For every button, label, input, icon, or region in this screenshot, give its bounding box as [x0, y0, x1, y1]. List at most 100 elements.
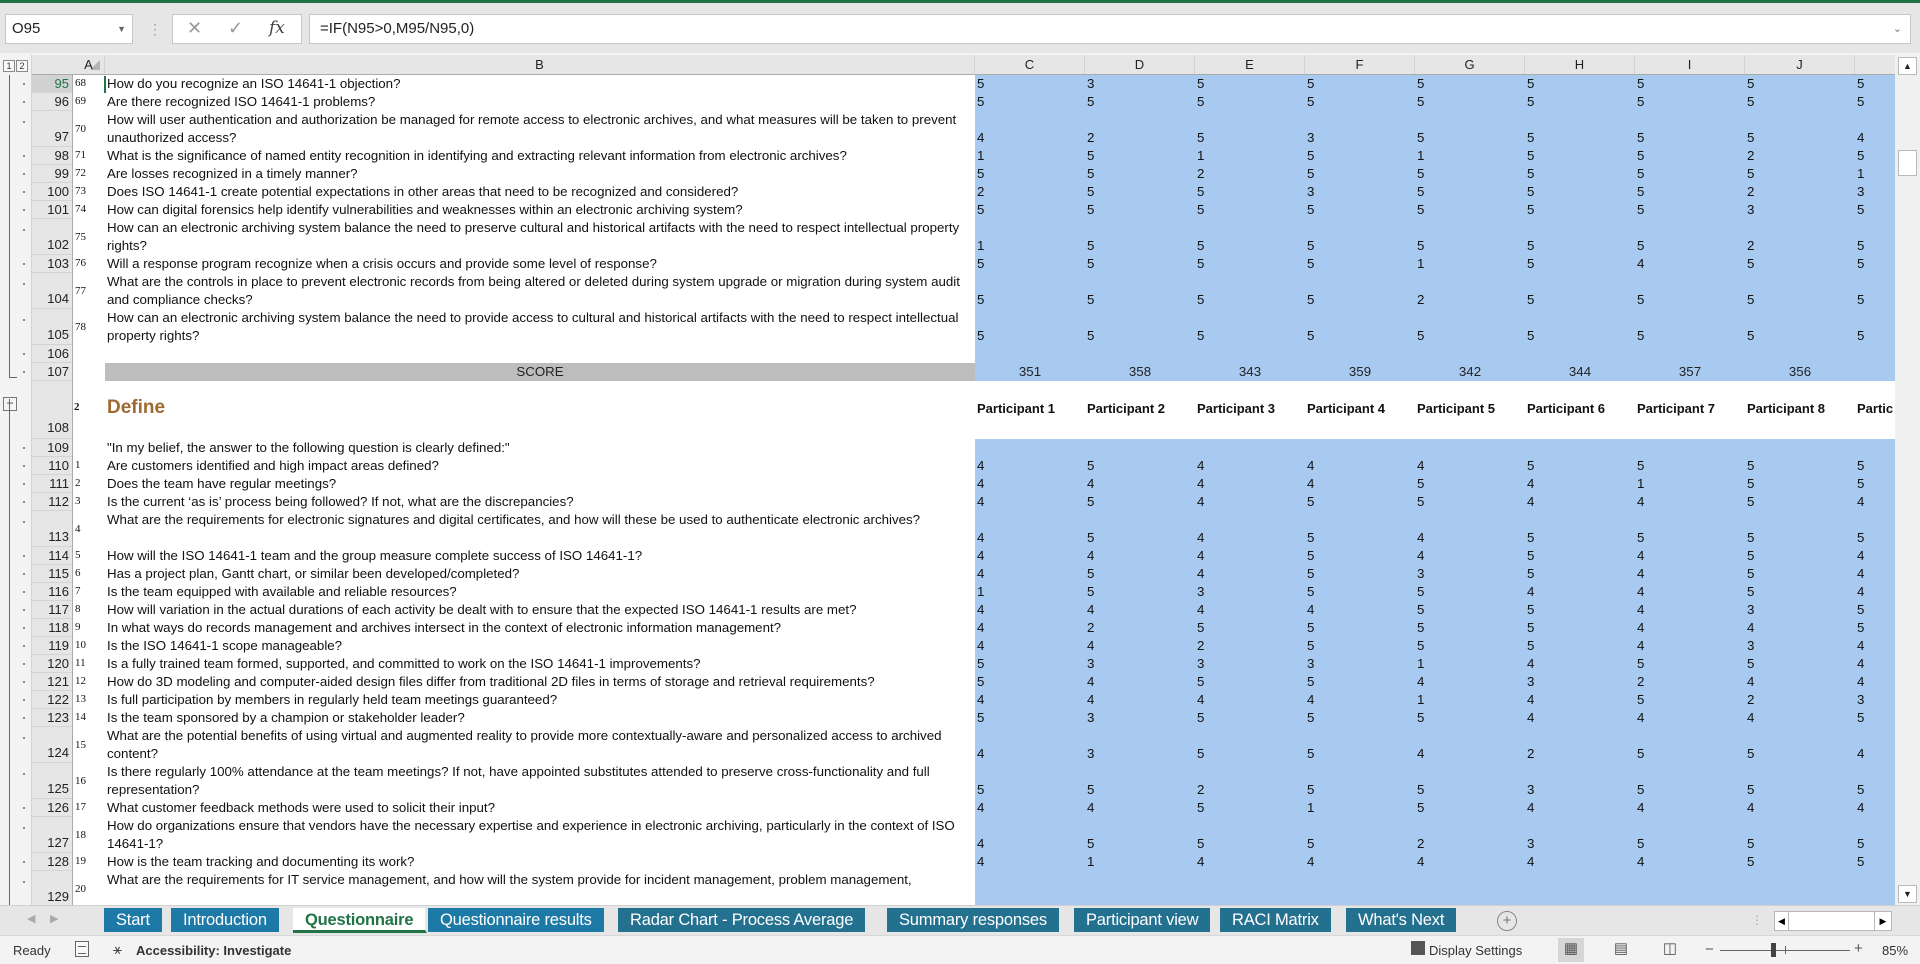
score-cell[interactable]: 5	[1637, 327, 1644, 345]
row-header[interactable]: 98	[32, 147, 72, 165]
question-number[interactable]: 73	[73, 185, 104, 197]
row-header[interactable]: 97	[32, 111, 72, 147]
score-cell[interactable]: 4	[1417, 745, 1424, 763]
column-header-j[interactable]: J	[1745, 55, 1855, 74]
score-cell[interactable]: 4	[977, 493, 984, 511]
score-cell[interactable]: 4	[977, 745, 984, 763]
score-cell[interactable]: 5	[1417, 619, 1424, 637]
column-header-d[interactable]: D	[1085, 55, 1195, 74]
chevron-down-icon[interactable]: ▼	[117, 15, 126, 43]
score-cell[interactable]: 4	[1857, 583, 1864, 601]
question-text[interactable]: How can an electronic archiving system b…	[105, 219, 975, 255]
score-cell[interactable]: 2	[1087, 129, 1094, 147]
sheet-tab-questionnaire-results[interactable]: Questionnaire results	[428, 908, 606, 932]
score-cell[interactable]: 5	[1087, 835, 1094, 853]
score-cell[interactable]: 5	[1417, 709, 1424, 727]
score-cell[interactable]: 5	[1527, 237, 1534, 255]
score-cell[interactable]: 5	[1307, 529, 1314, 547]
expand-formula-bar-icon[interactable]: ⌄	[1893, 15, 1902, 43]
question-number[interactable]: 18	[73, 829, 104, 841]
score-cell[interactable]: 5	[977, 165, 984, 183]
name-box[interactable]: O95 ▼	[5, 14, 133, 44]
row-header[interactable]: 103	[32, 255, 72, 273]
question-number[interactable]: 17	[73, 801, 104, 813]
score-cell[interactable]: 4	[1747, 673, 1754, 691]
row-header[interactable]: 106	[32, 345, 72, 363]
column-header-b[interactable]: B	[105, 55, 975, 74]
row-header[interactable]: 113	[32, 511, 72, 547]
intro-text[interactable]: "In my belief, the answer to the followi…	[105, 439, 975, 457]
question-number[interactable]: 74	[73, 203, 104, 215]
score-cell[interactable]: 4	[1857, 493, 1864, 511]
score-cell[interactable]: 5	[1197, 129, 1204, 147]
score-cell[interactable]: 4	[1527, 853, 1534, 871]
row-header[interactable]: 96	[32, 93, 72, 111]
score-cell[interactable]: 5	[1307, 565, 1314, 583]
score-cell[interactable]: 5	[1747, 493, 1754, 511]
score-cell[interactable]: 5	[1197, 291, 1204, 309]
score-cell[interactable]: 1	[1417, 655, 1424, 673]
score-cell[interactable]: 5	[1747, 165, 1754, 183]
sheet-tab-introduction[interactable]: Introduction	[171, 908, 281, 932]
score-cell[interactable]: 5	[1087, 781, 1094, 799]
score-cell[interactable]: 5	[1307, 237, 1314, 255]
question-number[interactable]: 6	[73, 567, 104, 579]
row-header[interactable]: 122	[32, 691, 72, 709]
score-cell[interactable]: 4	[1197, 493, 1204, 511]
score-cell[interactable]: 5	[1527, 547, 1534, 565]
score-cell[interactable]: 5	[1307, 201, 1314, 219]
question-text[interactable]: What customer feedback methods were used…	[105, 799, 975, 817]
score-cell[interactable]: 4	[977, 619, 984, 637]
score-cell[interactable]: 5	[1637, 291, 1644, 309]
score-cell[interactable]: 4	[977, 565, 984, 583]
score-cell[interactable]: 5	[1637, 147, 1644, 165]
cancel-icon[interactable]: ✕	[187, 18, 202, 39]
sheet-tab-what-s-next[interactable]: What's Next	[1346, 908, 1459, 932]
score-total-cell[interactable]: 358	[1095, 363, 1185, 381]
row-header[interactable]: 123	[32, 709, 72, 727]
macro-record-icon[interactable]	[75, 941, 89, 957]
score-cell[interactable]: 5	[1307, 493, 1314, 511]
score-cell[interactable]: 5	[1637, 835, 1644, 853]
score-cell[interactable]: 4	[1857, 745, 1864, 763]
score-cell[interactable]: 4	[1637, 637, 1644, 655]
row-header[interactable]: 109	[32, 439, 72, 457]
score-cell[interactable]: 5	[1087, 565, 1094, 583]
score-cell[interactable]: 5	[1197, 237, 1204, 255]
question-text[interactable]: Are customers identified and high impact…	[105, 457, 975, 475]
score-cell[interactable]: 4	[1307, 475, 1314, 493]
question-number[interactable]: 68	[73, 77, 104, 89]
row-header[interactable]: 119	[32, 637, 72, 655]
question-text[interactable]: How do 3D modeling and computer-aided de…	[105, 673, 975, 691]
score-cell[interactable]: 3	[1527, 673, 1534, 691]
score-cell[interactable]: 2	[1087, 619, 1094, 637]
score-cell[interactable]: 5	[1417, 237, 1424, 255]
question-text[interactable]: How do you recognize an ISO 14641-1 obje…	[105, 75, 975, 93]
question-number[interactable]: 69	[73, 95, 104, 107]
page-layout-view-icon[interactable]: ▤	[1608, 938, 1634, 962]
score-cell[interactable]: 5	[1417, 799, 1424, 817]
row-header[interactable]: 111	[32, 475, 72, 493]
score-cell[interactable]: 1	[1637, 475, 1644, 493]
score-cell[interactable]: 5	[977, 255, 984, 273]
score-cell[interactable]: 4	[977, 799, 984, 817]
sheet-tab-participant-view[interactable]: Participant view	[1074, 908, 1213, 932]
question-number[interactable]: 4	[73, 523, 104, 535]
accessibility-icon[interactable]: ⚹	[113, 941, 122, 958]
score-cell[interactable]: 4	[1857, 547, 1864, 565]
score-cell[interactable]: 5	[1087, 291, 1094, 309]
question-text[interactable]: How will user authentication and authori…	[105, 111, 975, 147]
score-cell[interactable]: 5	[1417, 601, 1424, 619]
score-cell[interactable]: 1	[1307, 799, 1314, 817]
score-cell[interactable]: 5	[1857, 237, 1864, 255]
score-cell[interactable]: 2	[1417, 835, 1424, 853]
score-cell[interactable]: 4	[1637, 565, 1644, 583]
score-cell[interactable]: 4	[1747, 619, 1754, 637]
score-cell[interactable]: 5	[1417, 93, 1424, 111]
scroll-left-icon[interactable]: ◀	[1775, 912, 1789, 930]
scroll-down-icon[interactable]: ▼	[1898, 885, 1917, 903]
score-cell[interactable]: 4	[1197, 547, 1204, 565]
score-cell[interactable]: 5	[1857, 457, 1864, 475]
score-total-cell[interactable]: 357	[1645, 363, 1735, 381]
score-cell[interactable]: 5	[1637, 691, 1644, 709]
